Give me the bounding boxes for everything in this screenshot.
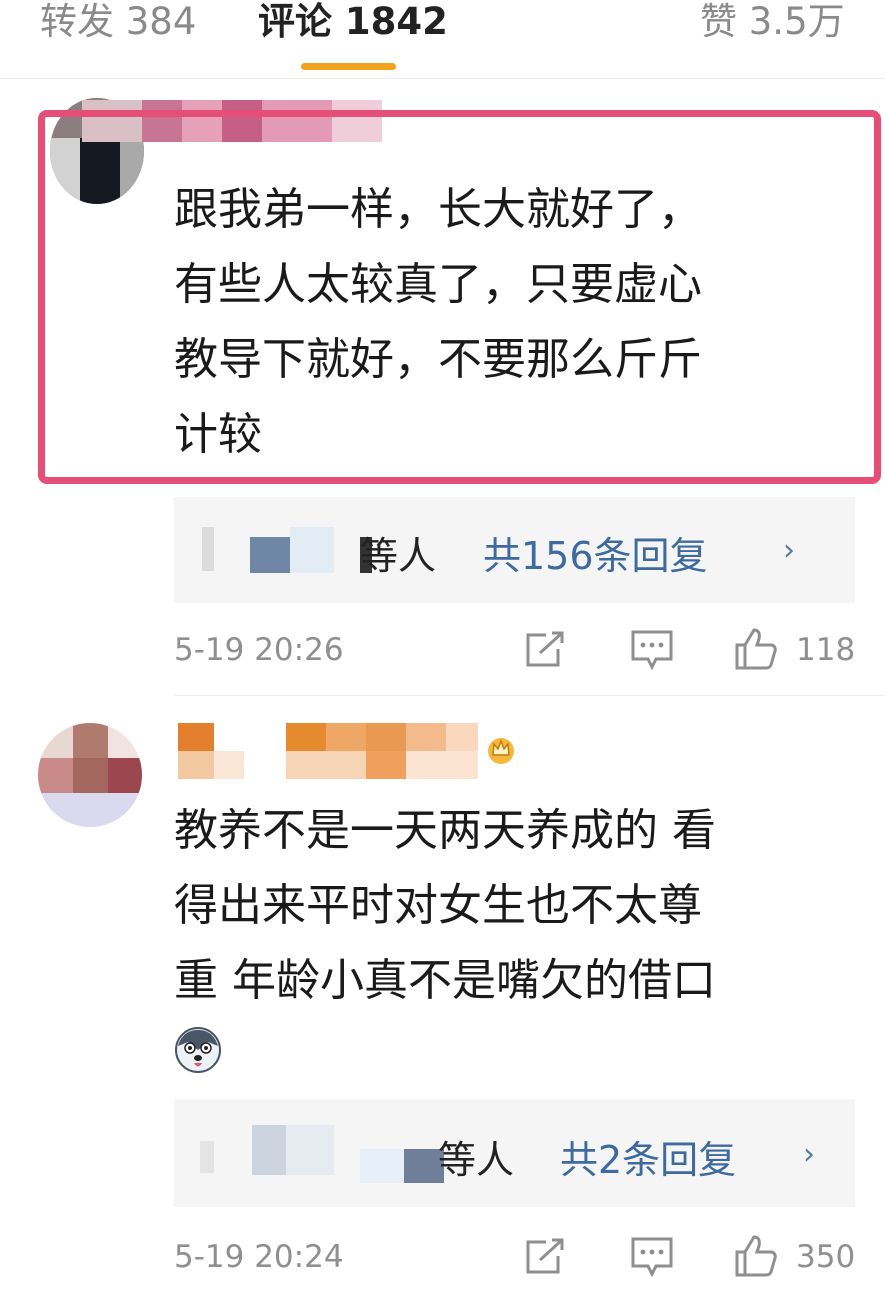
comment-text-line: 重 年龄小真不是嘴欠的借口 [174,955,716,1006]
comment-text-line: 教导下就好，不要那么斤斤 [174,334,702,385]
comment-text-line: 有些人太较真了，只要虚心 [174,259,702,310]
repost-icon[interactable] [524,631,566,669]
like-icon[interactable] [734,627,778,671]
reply-users-suffix: 等人 [360,534,437,578]
active-tab-indicator [301,63,396,70]
comment-text-line: 跟我弟一样，长大就好了， [174,184,702,235]
reply-users-suffix: 等人 [438,1138,515,1182]
reply-preview[interactable] [174,1099,855,1207]
tab-divider [0,78,885,79]
comment-timestamp: 5-19 20:26 [174,632,344,668]
chevron-right-icon: › [783,533,795,568]
like-icon[interactable] [734,1234,778,1278]
avatar[interactable] [38,723,142,827]
comment-timestamp: 5-19 20:24 [174,1239,344,1275]
comment-text-line: 计较 [174,409,262,460]
like-count: 118 [796,632,856,668]
chevron-right-icon: › [803,1137,815,1172]
comment-icon[interactable] [630,1236,674,1278]
comment-divider [174,695,885,696]
tab-comments[interactable]: 评论 1842 [258,0,448,44]
like-count: 350 [796,1239,856,1275]
comment-text-line: 得出来平时对女生也不太尊 [174,880,702,931]
repost-icon[interactable] [524,1238,566,1276]
view-replies-link[interactable]: 共156条回复 [483,525,708,580]
view-replies-link[interactable]: 共2条回复 [560,1129,736,1184]
comment-text-line: 教养不是一天两天养成的 看 [174,805,716,856]
crown-badge-icon [488,738,514,764]
comment-icon[interactable] [630,629,674,671]
tab-repost[interactable]: 转发 384 [40,0,196,44]
husky-emoji-icon [175,1027,221,1073]
username-blurred[interactable] [178,723,478,779]
tab-likes[interactable]: 赞 3.5万 [700,0,845,44]
